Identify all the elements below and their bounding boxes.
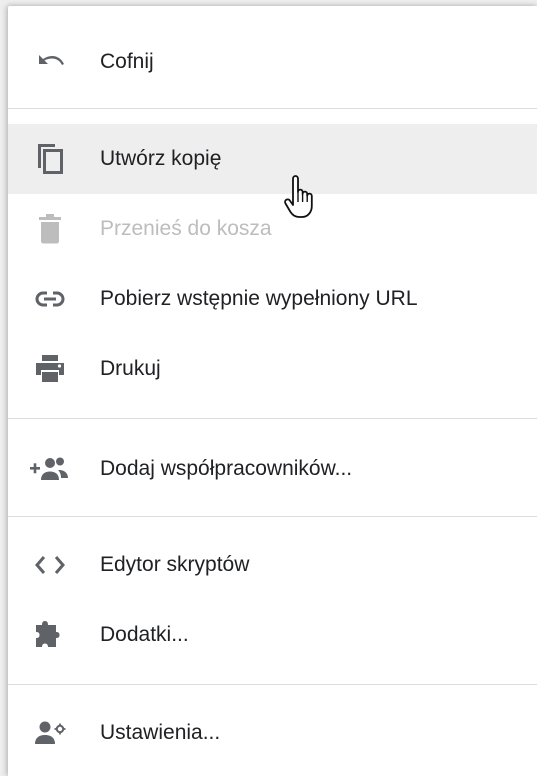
- undo-icon: [32, 44, 68, 80]
- print-icon: [32, 351, 68, 387]
- link-icon: [32, 281, 68, 317]
- menu-item-undo[interactable]: Cofnij: [8, 27, 537, 97]
- menu-item-label: Ustawienia...: [100, 721, 221, 744]
- person-settings-icon: [32, 715, 68, 751]
- copy-icon: [32, 141, 68, 177]
- menu-divider: [8, 108, 537, 109]
- code-icon: [32, 547, 68, 583]
- menu-item-label: Dodatki...: [100, 623, 189, 646]
- menu-item-make-copy[interactable]: Utwórz kopię: [8, 124, 537, 194]
- menu-item-script-editor[interactable]: Edytor skryptów: [8, 530, 537, 600]
- context-menu: Cofnij Utwórz kopię Przenieś do kosza Po…: [8, 6, 537, 776]
- menu-item-label: Utwórz kopię: [100, 147, 222, 170]
- menu-item-print[interactable]: Drukuj: [8, 334, 537, 404]
- menu-item-label: Cofnij: [100, 50, 154, 73]
- menu-item-label: Drukuj: [100, 357, 161, 380]
- add-people-icon: [28, 451, 72, 487]
- trash-icon: [32, 211, 68, 247]
- menu-divider: [8, 516, 537, 517]
- menu-divider: [8, 684, 537, 685]
- puzzle-icon: [32, 617, 68, 653]
- menu-item-settings[interactable]: Ustawienia...: [8, 698, 537, 768]
- menu-divider: [8, 418, 537, 419]
- menu-item-move-to-trash: Przenieś do kosza: [8, 194, 537, 264]
- menu-item-label: Edytor skryptów: [100, 553, 250, 576]
- menu-item-addons[interactable]: Dodatki...: [8, 600, 537, 670]
- menu-item-label: Dodaj współpracowników...: [100, 457, 353, 480]
- menu-item-label: Przenieś do kosza: [100, 217, 272, 240]
- menu-item-add-collaborators[interactable]: Dodaj współpracowników...: [8, 434, 537, 504]
- menu-item-prefilled-url[interactable]: Pobierz wstępnie wypełniony URL: [8, 264, 537, 334]
- menu-item-label: Pobierz wstępnie wypełniony URL: [100, 287, 418, 310]
